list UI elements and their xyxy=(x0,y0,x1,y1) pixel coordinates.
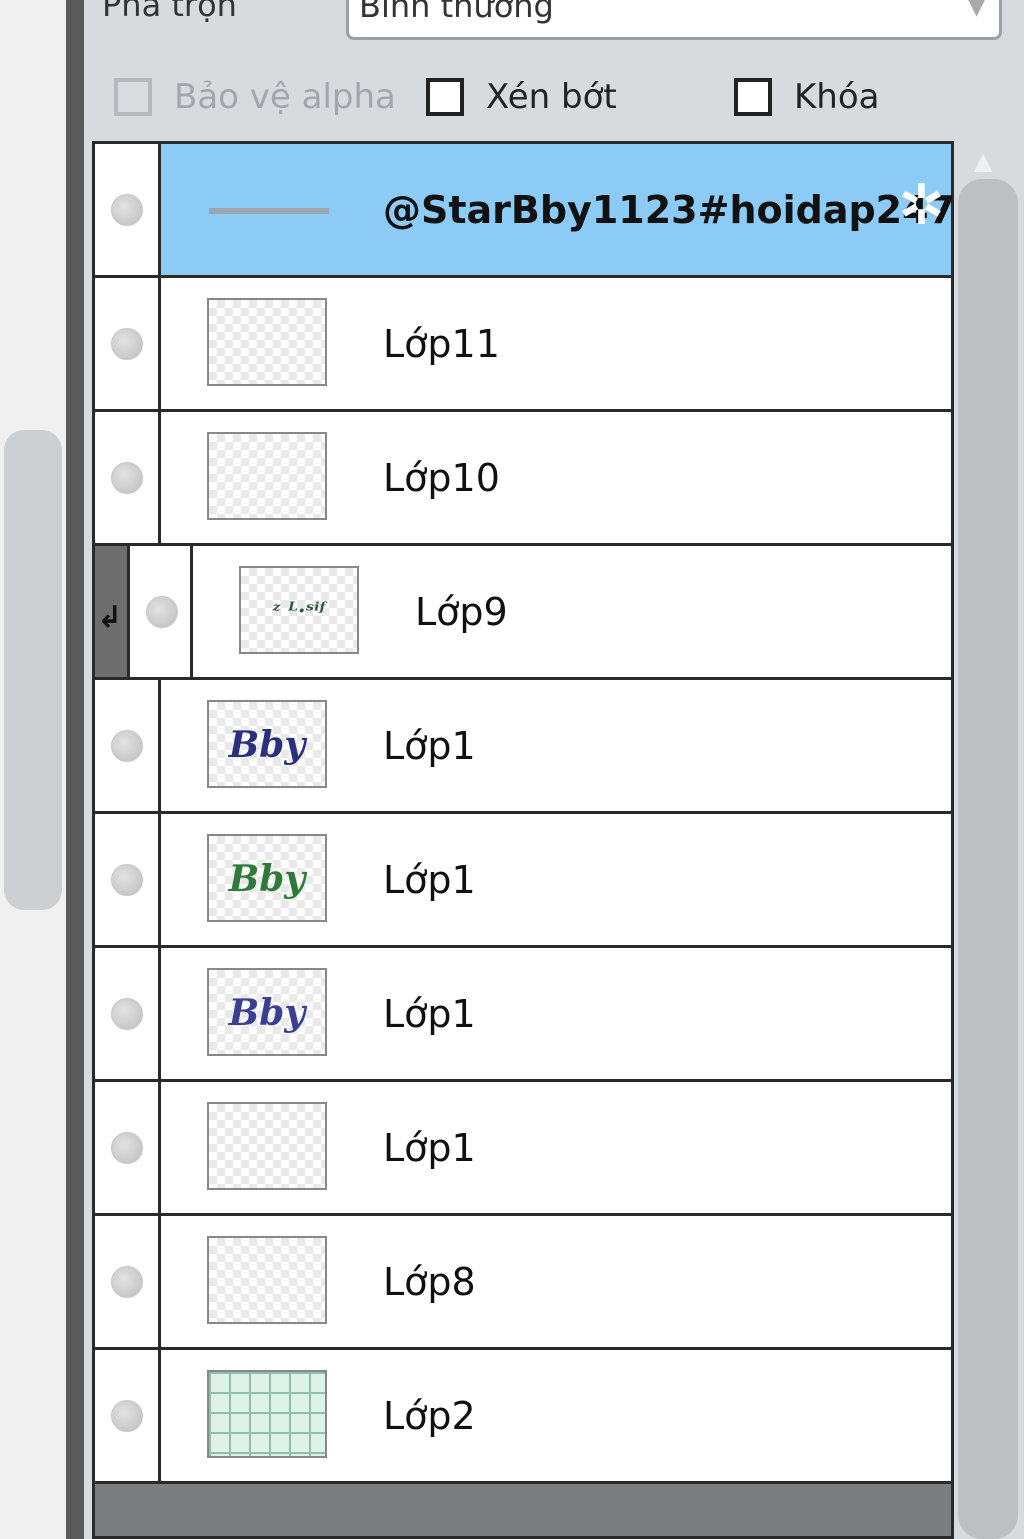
layer-thumbnail xyxy=(207,432,327,520)
layer-row[interactable]: Lớp10 xyxy=(95,412,951,546)
eye-dot-icon xyxy=(111,194,143,226)
scrollbar-thumb[interactable] xyxy=(958,179,1018,1539)
visibility-toggle[interactable] xyxy=(95,1350,161,1481)
layer-name: Lớp10 xyxy=(383,456,500,500)
gear-icon[interactable]: ✲ xyxy=(898,178,945,234)
eye-dot-icon xyxy=(111,1132,143,1164)
layer-name: @StarBby1123#hoidap247 xyxy=(383,188,956,232)
layer-list-scrollbar[interactable]: ▲ xyxy=(956,141,1020,1539)
lock-option[interactable]: Khóa xyxy=(734,74,879,120)
layer-thumbnail: Bby xyxy=(207,834,327,922)
layer-main[interactable]: Lớp10 xyxy=(161,412,951,543)
layer-main[interactable]: Bby Lớp1 xyxy=(161,814,951,945)
layer-thumbnail xyxy=(207,298,327,386)
eye-dot-icon xyxy=(111,730,143,762)
eye-dot-icon xyxy=(111,462,143,494)
lock-label: Khóa xyxy=(794,77,880,117)
left-scrollbar-thumb[interactable] xyxy=(4,430,62,910)
visibility-toggle[interactable] xyxy=(95,1216,161,1347)
layer-name: Lớp1 xyxy=(383,1126,476,1170)
protect-alpha-label: Bảo vệ alpha xyxy=(174,77,396,117)
layer-thumbnail xyxy=(207,1102,327,1190)
blend-mode-label: Pha trộn xyxy=(102,0,237,24)
layer-row[interactable]: ↲ ᶻ ᴸ·ˢⁱᶠ Lớp9 xyxy=(95,546,951,680)
layer-row[interactable]: Lớp11 xyxy=(95,278,951,412)
layer-row[interactable]: Bby Lớp1 xyxy=(95,680,951,814)
protect-alpha-checkbox[interactable] xyxy=(114,78,152,116)
eye-dot-icon xyxy=(111,328,143,360)
protect-alpha-option[interactable]: Bảo vệ alpha xyxy=(114,74,396,120)
left-panel-strip xyxy=(0,0,66,1539)
layer-name: Lớp1 xyxy=(383,858,476,902)
eye-dot-icon xyxy=(111,1266,143,1298)
layer-row[interactable]: @StarBby1123#hoidap247 ✲ xyxy=(95,144,955,278)
layer-main[interactable]: ᶻ ᴸ·ˢⁱᶠ Lớp9 xyxy=(193,546,951,677)
layer-main[interactable]: Lớp11 xyxy=(161,278,951,409)
eye-dot-icon xyxy=(111,864,143,896)
layer-thumbnail: ᶻ ᴸ·ˢⁱᶠ xyxy=(239,566,359,654)
blend-mode-select[interactable]: Bình thường ▼ xyxy=(346,0,1002,40)
layer-name: Lớp1 xyxy=(383,724,476,768)
layer-main[interactable]: Lớp1 xyxy=(161,1082,951,1213)
eye-dot-icon xyxy=(146,596,178,628)
layer-name: Lớp1 xyxy=(383,992,476,1036)
layer-name: Lớp2 xyxy=(383,1394,476,1438)
thumbnail-art: Bby xyxy=(228,992,306,1034)
layer-thumbnail xyxy=(207,1370,327,1458)
layer-row[interactable]: Lớp2 xyxy=(95,1350,951,1484)
layer-thumbnail: Bby xyxy=(207,700,327,788)
clip-checkbox[interactable] xyxy=(426,78,464,116)
layer-main[interactable]: Bby Lớp1 xyxy=(161,948,951,1079)
clipping-indicator: ↲ xyxy=(95,546,130,677)
layer-row[interactable]: Bby Lớp1 xyxy=(95,948,951,1082)
visibility-toggle[interactable] xyxy=(95,680,161,811)
blend-mode-value: Bình thường xyxy=(359,0,554,25)
chevron-down-icon: ▼ xyxy=(968,0,985,20)
layer-row[interactable]: Lớp8 xyxy=(95,1216,951,1350)
clip-option[interactable]: Xén bớt xyxy=(426,74,617,120)
layer-thumbnail xyxy=(207,1236,327,1324)
layer-list: @StarBby1123#hoidap247 ✲ Lớp11 Lớp10 ↲ ᶻ… xyxy=(92,141,955,1539)
panel-divider[interactable] xyxy=(66,0,84,1539)
layer-name: Lớp9 xyxy=(415,590,508,634)
layer-main[interactable]: Lớp8 xyxy=(161,1216,951,1347)
clip-label: Xén bớt xyxy=(486,77,617,117)
layer-row[interactable]: Lớp1 xyxy=(95,1082,951,1216)
lock-checkbox[interactable] xyxy=(734,78,772,116)
visibility-toggle[interactable] xyxy=(95,278,161,409)
visibility-toggle[interactable] xyxy=(95,814,161,945)
layer-row[interactable]: Bby Lớp1 xyxy=(95,814,951,948)
visibility-toggle[interactable] xyxy=(95,1082,161,1213)
thumbnail-art: Bby xyxy=(228,858,306,900)
visibility-toggle[interactable] xyxy=(95,412,161,543)
layer-main[interactable]: Bby Lớp1 xyxy=(161,680,951,811)
layer-main[interactable]: @StarBby1123#hoidap247 ✲ xyxy=(161,144,955,275)
visibility-toggle[interactable] xyxy=(95,144,161,275)
thumbnail-art: Bby xyxy=(228,724,306,766)
eye-dot-icon xyxy=(111,1400,143,1432)
layer-thumbnail xyxy=(209,208,329,214)
eye-dot-icon xyxy=(111,998,143,1030)
visibility-toggle[interactable] xyxy=(95,948,161,1079)
layer-name: Lớp8 xyxy=(383,1260,476,1304)
thumbnail-art: ᶻ ᴸ·ˢⁱᶠ xyxy=(272,598,326,624)
layer-name: Lớp11 xyxy=(383,322,500,366)
scroll-up-icon[interactable]: ▲ xyxy=(974,147,992,175)
visibility-toggle[interactable] xyxy=(130,546,193,677)
layer-thumbnail: Bby xyxy=(207,968,327,1056)
layer-main[interactable]: Lớp2 xyxy=(161,1350,951,1481)
clip-arrow-icon: ↲ xyxy=(97,600,123,635)
